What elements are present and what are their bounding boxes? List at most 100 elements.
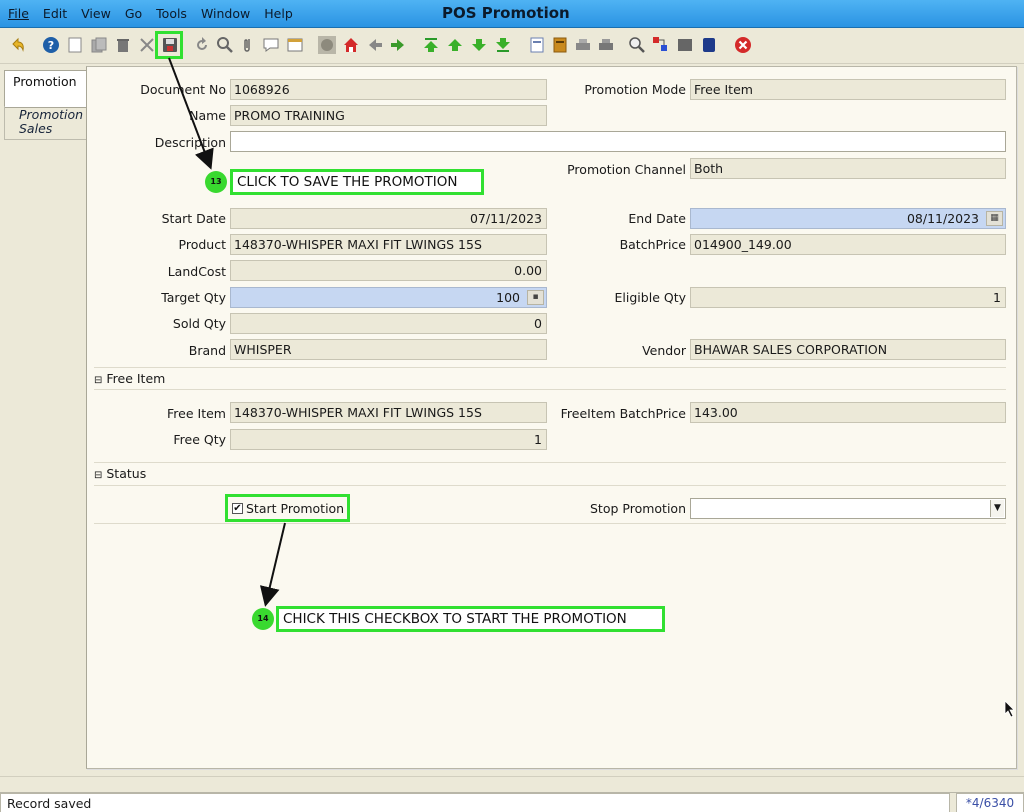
menu-bar: File Edit View Go Tools Window Help [8, 6, 293, 21]
target-qty-field[interactable]: 100 ▪ [230, 287, 547, 308]
status-message: Record saved [0, 793, 950, 812]
brand-field[interactable]: WHISPER [230, 339, 547, 360]
start-promotion-label[interactable]: Start Promotion [246, 501, 344, 516]
record-counter[interactable]: *4/6340 [956, 793, 1024, 812]
report-icon[interactable] [528, 36, 546, 54]
divider [94, 462, 1006, 463]
archive-icon[interactable] [551, 36, 569, 54]
status-bar: Record saved *4/6340 [0, 792, 1024, 812]
print-icon[interactable] [597, 36, 615, 54]
menu-window[interactable]: Window [201, 6, 250, 21]
document-no-label: Document No [140, 82, 226, 97]
menu-edit[interactable]: Edit [43, 6, 67, 21]
target-qty-label: Target Qty [161, 290, 226, 305]
promotion-mode-field[interactable]: Free Item [690, 79, 1006, 100]
promotion-mode-label: Promotion Mode [584, 82, 686, 97]
menu-view[interactable]: View [81, 6, 111, 21]
name-label: Name [189, 108, 226, 123]
workflow-icon[interactable] [652, 36, 670, 54]
mouse-cursor-icon [1004, 700, 1015, 718]
save-button-highlight [155, 31, 183, 59]
status-section-header[interactable]: ⊟ Status [94, 466, 146, 481]
tab-panel: Promotion Promotion Sales [0, 66, 86, 776]
zoom-across-icon[interactable] [628, 36, 646, 54]
free-item-batch-price-field[interactable]: 143.00 [690, 402, 1006, 423]
tab-promotion-sales-line1: Promotion [19, 107, 84, 122]
delete-record-icon[interactable] [114, 36, 132, 54]
free-item-section-title: Free Item [106, 371, 166, 386]
step-13-callout: CLICK TO SAVE THE PROMOTION [230, 169, 484, 195]
divider [94, 523, 1006, 524]
product-field[interactable]: 148370-WHISPER MAXI FIT LWINGS 15S [230, 234, 547, 255]
copy-record-icon[interactable] [90, 36, 108, 54]
eligible-qty-label: Eligible Qty [614, 290, 686, 305]
chat-icon[interactable] [262, 36, 280, 54]
free-item-section-header[interactable]: ⊟ Free Item [94, 371, 165, 386]
help-icon[interactable]: ? [42, 36, 60, 54]
end-date-field[interactable]: 08/11/2023 ▦ [690, 208, 1006, 229]
land-cost-label: LandCost [167, 264, 226, 279]
step-14-badge: 14 [252, 608, 274, 630]
attachment-icon[interactable] [239, 36, 257, 54]
stop-promotion-select[interactable]: ▼ [690, 498, 1006, 519]
menu-help[interactable]: Help [264, 6, 293, 21]
vendor-field[interactable]: BHAWAR SALES CORPORATION [690, 339, 1006, 360]
first-record-icon[interactable] [422, 36, 440, 54]
eligible-qty-field[interactable]: 1 [690, 287, 1006, 308]
target-qty-value: 100 [496, 290, 520, 305]
detail-record-icon[interactable] [389, 36, 407, 54]
end-icon[interactable] [700, 36, 718, 54]
scroll-area [0, 776, 1024, 790]
new-record-icon[interactable] [66, 36, 84, 54]
history-icon[interactable] [318, 36, 336, 54]
stop-promotion-label: Stop Promotion [590, 501, 686, 516]
collapse-icon[interactable]: ⊟ [94, 470, 102, 481]
title-bar: File Edit View Go Tools Window Help POS … [0, 0, 1024, 28]
document-no-field[interactable]: 1068926 [230, 79, 547, 100]
promotion-channel-field[interactable]: Both [690, 158, 1006, 179]
svg-text:?: ? [48, 39, 54, 52]
batch-price-field[interactable]: 014900_149.00 [690, 234, 1006, 255]
sold-qty-label: Sold Qty [172, 316, 226, 331]
description-label: Description [154, 135, 226, 150]
cut-icon[interactable] [138, 36, 156, 54]
next-record-icon[interactable] [470, 36, 488, 54]
calendar-button[interactable]: ▦ [986, 211, 1003, 226]
menu-file[interactable]: File [8, 6, 29, 21]
land-cost-field[interactable]: 0.00 [230, 260, 547, 281]
find-icon[interactable] [216, 36, 234, 54]
divider [94, 485, 1006, 486]
calculator-button[interactable]: ▪ [527, 290, 544, 305]
description-field[interactable] [230, 131, 1006, 152]
refresh-icon[interactable] [193, 36, 211, 54]
free-item-batch-price-label: FreeItem BatchPrice [560, 406, 686, 421]
last-record-icon[interactable] [494, 36, 512, 54]
chevron-down-icon[interactable]: ▼ [990, 500, 1004, 517]
free-item-field[interactable]: 148370-WHISPER MAXI FIT LWINGS 15S [230, 402, 547, 423]
start-date-field[interactable]: 07/11/2023 [230, 208, 547, 229]
brand-label: Brand [188, 343, 226, 358]
free-qty-label: Free Qty [173, 432, 226, 447]
sold-qty-field[interactable]: 0 [230, 313, 547, 334]
collapse-icon[interactable]: ⊟ [94, 375, 102, 386]
tab-promotion-sales[interactable]: Promotion Sales [4, 106, 86, 140]
batch-price-label: BatchPrice [619, 237, 686, 252]
undo-icon[interactable] [9, 36, 27, 54]
menu-tools[interactable]: Tools [156, 6, 187, 21]
name-field[interactable]: PROMO TRAINING [230, 105, 547, 126]
product-label: Product [178, 237, 226, 252]
end-date-label: End Date [628, 211, 686, 226]
tab-promotion[interactable]: Promotion [4, 70, 86, 108]
home-icon[interactable] [342, 36, 360, 54]
product-info-icon[interactable] [676, 36, 694, 54]
previous-record-icon[interactable] [446, 36, 464, 54]
print-preview-icon[interactable] [574, 36, 592, 54]
start-promotion-checkbox[interactable]: ✔ [232, 503, 243, 514]
parent-record-icon[interactable] [366, 36, 384, 54]
close-window-icon[interactable] [734, 36, 752, 54]
start-date-label: Start Date [161, 211, 226, 226]
grid-toggle-icon[interactable] [286, 36, 304, 54]
free-qty-field[interactable]: 1 [230, 429, 547, 450]
tab-promotion-sales-line2: Sales [19, 121, 53, 136]
menu-go[interactable]: Go [125, 6, 142, 21]
